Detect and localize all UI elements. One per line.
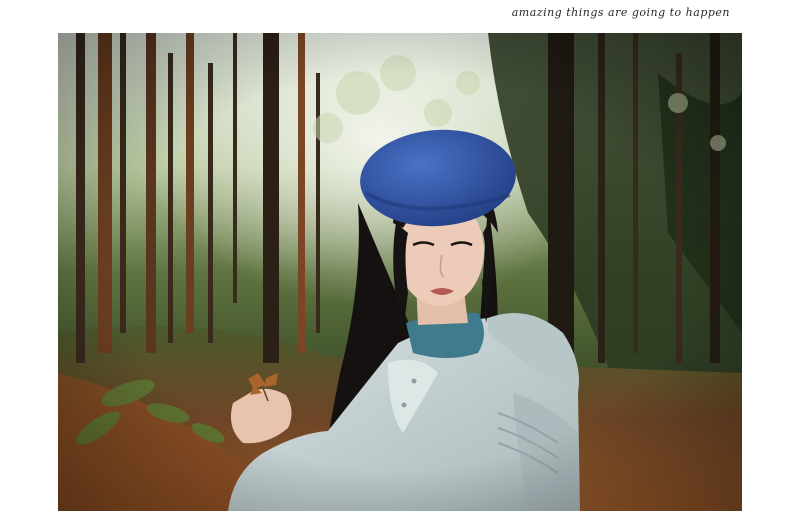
handwritten-caption: amazing things are going to happen: [511, 6, 730, 19]
page: amazing things are going to happen: [0, 0, 800, 516]
photo-illustration: [58, 33, 742, 511]
forest-portrait-photo: [58, 33, 742, 511]
